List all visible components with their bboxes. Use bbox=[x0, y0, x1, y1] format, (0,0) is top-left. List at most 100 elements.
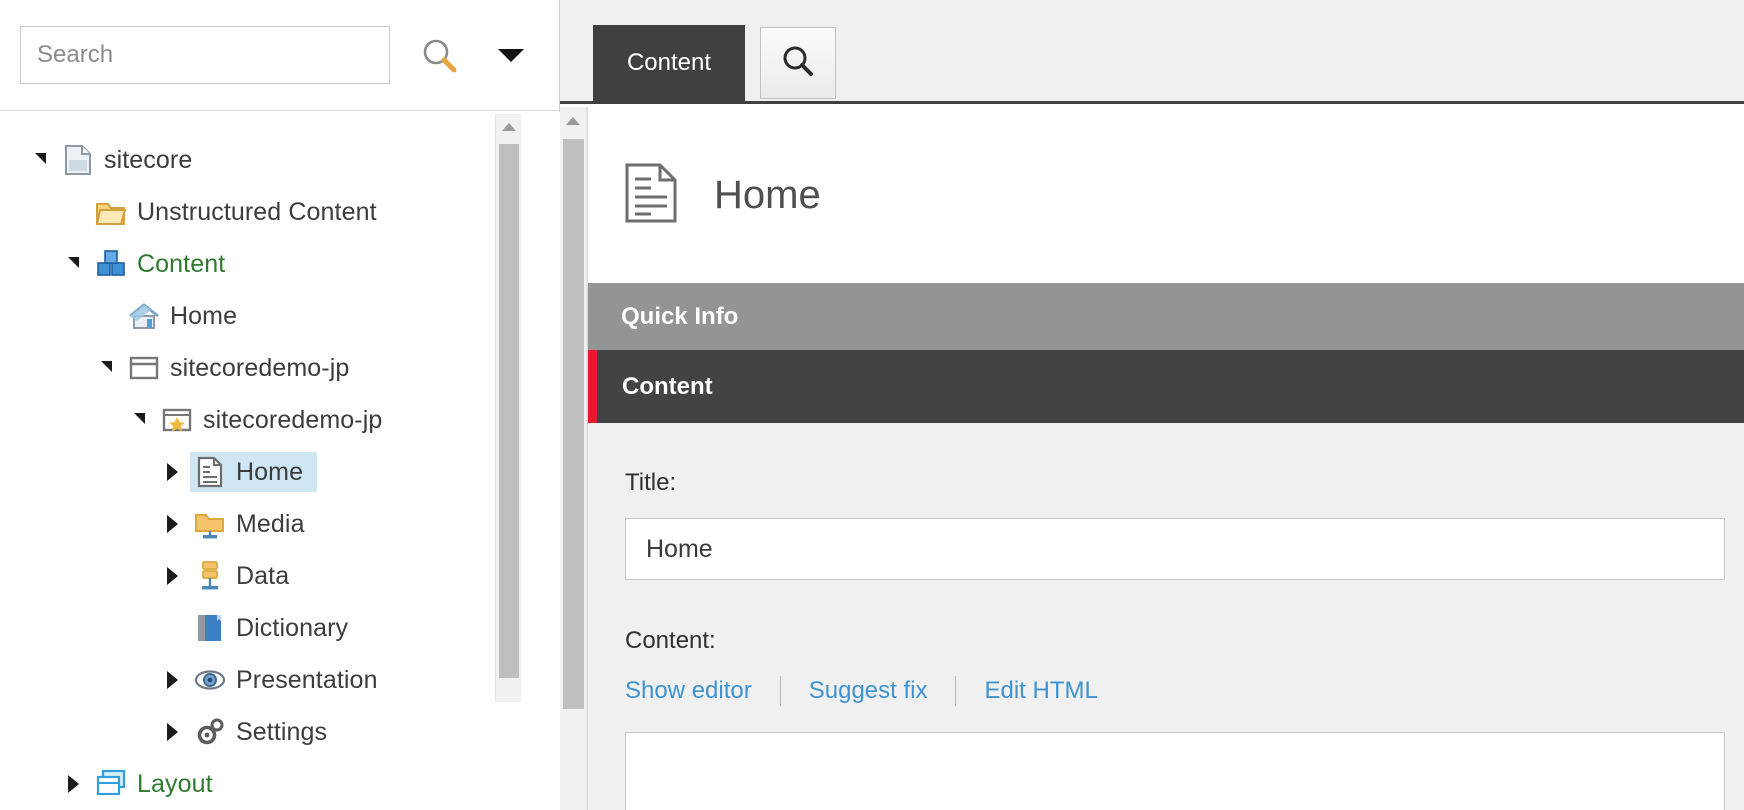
tree-node-body[interactable]: Dictionary bbox=[190, 608, 362, 648]
gears-icon bbox=[190, 715, 230, 749]
edit-html-link[interactable]: Edit HTML bbox=[984, 677, 1097, 705]
tree-node-home[interactable]: Home bbox=[0, 290, 520, 342]
tree-node-label: Settings bbox=[236, 717, 328, 746]
tree-node-label: Content bbox=[137, 249, 226, 278]
tree-node-dictionary[interactable]: Dictionary bbox=[0, 602, 520, 654]
tree-node-label: Home bbox=[236, 457, 304, 486]
tree-node-body[interactable]: sitecoredemo-jp bbox=[157, 400, 396, 440]
tree-node-label: Presentation bbox=[236, 665, 378, 694]
section-content[interactable]: Content bbox=[588, 350, 1744, 423]
tree-node-label: Unstructured Content bbox=[137, 197, 377, 226]
editor-scrollbar[interactable] bbox=[560, 107, 587, 810]
tree-toggle-collapse-icon[interactable] bbox=[133, 412, 145, 424]
tree-node-presentation[interactable]: Presentation bbox=[0, 654, 520, 706]
field-list: Title: Content: Show editor Suggest fix … bbox=[588, 423, 1744, 810]
tree-scroll-up-icon[interactable] bbox=[496, 114, 521, 140]
tree-node-label: Data bbox=[236, 561, 290, 590]
page-title: Home bbox=[714, 172, 821, 217]
tree-node-label: Media bbox=[236, 509, 305, 538]
tree-node-media[interactable]: Media bbox=[0, 498, 520, 550]
tree-toggle-collapse-icon[interactable] bbox=[100, 360, 112, 372]
section-quick-info-label: Quick Info bbox=[621, 302, 739, 330]
data-icon bbox=[190, 559, 230, 593]
folder-open-icon bbox=[91, 195, 131, 229]
title-field-label: Title: bbox=[625, 469, 677, 496]
tree-toggle-expand-icon[interactable] bbox=[166, 723, 178, 741]
content-tree: sitecore Unstructured Content Content Home s… bbox=[0, 112, 560, 810]
tree-node-content[interactable]: Content bbox=[0, 238, 520, 290]
tree-scrollbar[interactable] bbox=[495, 114, 521, 702]
media-folder-icon bbox=[190, 507, 230, 541]
book-icon bbox=[190, 611, 230, 645]
content-tree-panel: sitecore Unstructured Content Content Home s… bbox=[0, 0, 560, 810]
tree-node-body[interactable]: Data bbox=[190, 556, 303, 596]
document-icon bbox=[58, 143, 98, 177]
tree-node-body[interactable]: Presentation bbox=[190, 660, 392, 700]
tree-node-sitecoredemo-jp[interactable]: sitecoredemo-jp bbox=[0, 342, 520, 394]
content-field-actions: Show editor Suggest fix Edit HTML bbox=[625, 676, 1744, 706]
editor-scroll-up-icon[interactable] bbox=[560, 107, 586, 135]
tree-toggle-expand-icon[interactable] bbox=[166, 567, 178, 585]
tree-node-unstructured-content[interactable]: Unstructured Content bbox=[0, 186, 520, 238]
content-field-label: Content: bbox=[625, 627, 716, 654]
tree-node-body[interactable]: Home bbox=[124, 296, 251, 336]
tree-node-label: Layout bbox=[137, 769, 213, 798]
section-content-label: Content bbox=[622, 372, 713, 400]
tree-toggle-collapse-icon[interactable] bbox=[34, 152, 46, 164]
sitecore-content-editor: sitecore Unstructured Content Content Home s… bbox=[0, 0, 1744, 810]
search-icon[interactable] bbox=[408, 26, 470, 84]
tree-node-sitecoredemo-jp[interactable]: sitecoredemo-jp bbox=[0, 394, 520, 446]
tree-node-label: sitecoredemo-jp bbox=[170, 353, 350, 382]
tab-content[interactable]: Content bbox=[593, 25, 745, 101]
tab-search-button[interactable] bbox=[760, 27, 836, 99]
separator bbox=[779, 676, 781, 706]
editor-scrollbar-thumb[interactable] bbox=[563, 139, 584, 709]
tree-node-body[interactable]: sitecoredemo-jp bbox=[124, 348, 363, 388]
title-field-input[interactable] bbox=[625, 518, 1725, 580]
window-icon bbox=[124, 351, 164, 385]
tree-scrollbar-thumb[interactable] bbox=[499, 144, 519, 678]
tree-node-body[interactable]: Settings bbox=[190, 712, 341, 752]
content-field-textarea[interactable] bbox=[625, 732, 1725, 810]
search-bar bbox=[0, 0, 559, 111]
tree-toggle-expand-icon[interactable] bbox=[166, 463, 178, 481]
editor-scroll-area: Home Quick Info Content Title: Content: … bbox=[560, 107, 1744, 810]
tree-node-body[interactable]: Layout bbox=[91, 764, 227, 804]
tree-node-body[interactable]: Home bbox=[190, 452, 318, 492]
tree-node-layout[interactable]: Layout bbox=[0, 758, 520, 810]
tree-node-label: sitecore bbox=[104, 145, 193, 174]
tree-node-label: Home bbox=[170, 301, 238, 330]
star-window-icon bbox=[157, 403, 197, 437]
tree-toggle-expand-icon[interactable] bbox=[67, 775, 79, 793]
tree-toggle-expand-icon[interactable] bbox=[166, 515, 178, 533]
tree-node-body[interactable]: sitecore bbox=[58, 140, 206, 180]
tree-node-home[interactable]: Home bbox=[0, 446, 520, 498]
tree-node-settings[interactable]: Settings bbox=[0, 706, 520, 758]
tree-toggle-collapse-icon[interactable] bbox=[67, 256, 79, 268]
cubes-icon bbox=[91, 247, 131, 281]
search-input[interactable] bbox=[20, 26, 390, 84]
tree-node-label: Dictionary bbox=[236, 613, 349, 642]
tree-node-body[interactable]: Content bbox=[91, 244, 239, 284]
item-header: Home bbox=[588, 107, 1744, 283]
page-icon bbox=[190, 455, 230, 489]
section-quick-info[interactable]: Quick Info bbox=[588, 283, 1744, 350]
tree-toggle-expand-icon[interactable] bbox=[166, 671, 178, 689]
house-icon bbox=[124, 299, 164, 333]
separator bbox=[955, 676, 957, 706]
tree-node-sitecore[interactable]: sitecore bbox=[0, 134, 520, 186]
editor-tabstrip: Content bbox=[560, 0, 1744, 104]
editor-panel: Content Home Quick Info Content Title: H… bbox=[560, 0, 1744, 810]
editor-body: Home Quick Info Content Title: Content: … bbox=[587, 107, 1744, 810]
search-icon bbox=[779, 42, 817, 85]
page-icon bbox=[624, 162, 678, 229]
tab-content-label: Content bbox=[626, 49, 712, 76]
tree-node-body[interactable]: Unstructured Content bbox=[91, 192, 391, 232]
chevron-down-icon[interactable] bbox=[484, 26, 538, 84]
show-editor-link[interactable]: Show editor bbox=[625, 677, 752, 705]
tree-node-body[interactable]: Media bbox=[190, 504, 319, 544]
layers-icon bbox=[91, 767, 131, 801]
tree-node-label: sitecoredemo-jp bbox=[203, 405, 383, 434]
suggest-fix-link[interactable]: Suggest fix bbox=[809, 677, 928, 705]
tree-node-data[interactable]: Data bbox=[0, 550, 520, 602]
